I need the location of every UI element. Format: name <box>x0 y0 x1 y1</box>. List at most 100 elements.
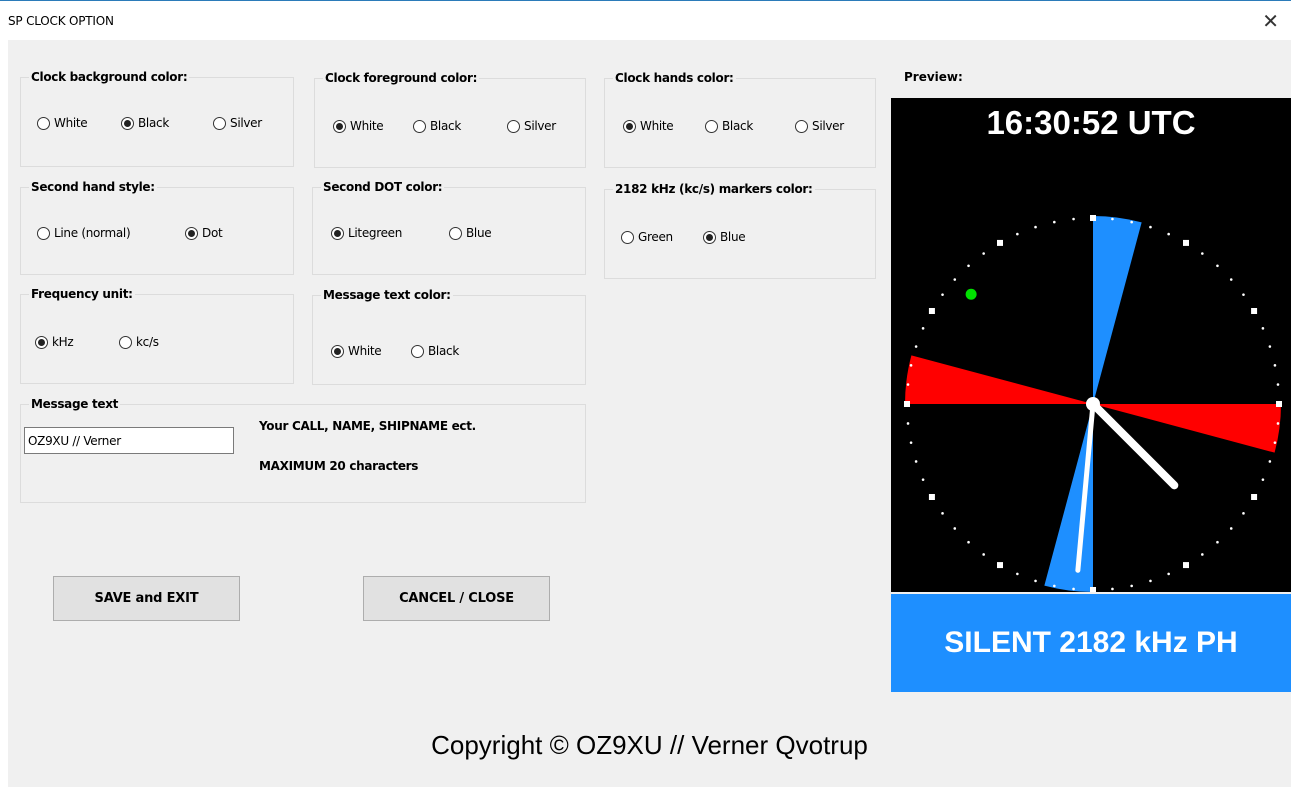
minute-marker <box>1201 252 1204 255</box>
minute-marker <box>1130 220 1133 224</box>
minute-marker <box>1016 572 1019 576</box>
radio-msg-black[interactable]: Black <box>411 344 459 358</box>
silent-sector-red <box>905 355 1093 404</box>
group-label: Clock foreground color: <box>323 71 480 85</box>
minute-marker <box>1268 345 1272 348</box>
minute-marker <box>1167 572 1170 576</box>
window-title: SP CLOCK OPTION <box>8 14 114 28</box>
hour-marker <box>1090 215 1096 221</box>
radio-msg-white[interactable]: White <box>331 344 382 358</box>
group-label: Message text color: <box>321 288 453 302</box>
minute-marker <box>921 327 925 330</box>
hour-marker <box>997 239 1003 246</box>
minute-marker <box>1229 527 1233 530</box>
group-label: Message text <box>29 397 121 411</box>
radio-bg-white[interactable]: White <box>37 116 88 130</box>
group-clock-foreground-color: Clock foreground color: White Black Silv… <box>314 71 586 168</box>
minute-marker <box>1273 441 1277 444</box>
radio-hands-white[interactable]: White <box>623 119 674 133</box>
radio-markers-green[interactable]: Green <box>621 230 673 244</box>
radio-icon <box>331 344 344 358</box>
group-label: Second hand style: <box>29 180 157 194</box>
hand-hub <box>1086 397 1100 411</box>
minute-marker <box>914 345 918 348</box>
radio-icon <box>37 116 50 130</box>
dialog-body: Clock background color: White Black Silv… <box>8 40 1291 787</box>
minute-marker <box>1034 225 1037 229</box>
radio-icon <box>449 226 462 240</box>
radio-hands-silver[interactable]: Silver <box>795 119 844 133</box>
radio-icon <box>35 335 48 349</box>
group-second-hand-style: Second hand style: Line (normal) Dot <box>20 180 294 275</box>
close-icon[interactable]: ✕ <box>1262 9 1279 34</box>
radio-icon <box>37 226 50 240</box>
radio-bg-black[interactable]: Black <box>121 116 169 130</box>
clock-face <box>904 215 1282 592</box>
radio-unit-kcs[interactable]: kc/s <box>119 335 159 349</box>
minute-marker <box>1111 587 1114 591</box>
clock-preview: 16:30:52 UTC <box>891 98 1291 592</box>
radio-dot-blue[interactable]: Blue <box>449 226 492 240</box>
radio-fg-white[interactable]: White <box>333 119 384 133</box>
group-label: 2182 kHz (kc/s) markers color: <box>613 182 815 196</box>
radio-second-line[interactable]: Line (normal) <box>37 226 131 240</box>
minute-marker <box>906 383 910 386</box>
radio-bg-silver[interactable]: Silver <box>213 116 262 130</box>
preview-label: Preview: <box>904 70 963 84</box>
silent-sector-blue <box>1093 216 1142 404</box>
radio-icon <box>413 119 426 133</box>
minute-marker <box>967 540 970 544</box>
minute-marker <box>914 460 918 463</box>
radio-markers-blue[interactable]: Blue <box>703 230 746 244</box>
minute-marker <box>1242 512 1245 515</box>
cancel-close-button[interactable]: CANCEL / CLOSE <box>363 576 550 621</box>
minute-marker <box>1261 327 1265 330</box>
silent-period-banner: SILENT 2182 kHz PH <box>891 594 1291 692</box>
radio-icon <box>411 344 424 358</box>
radio-second-dot[interactable]: Dot <box>185 226 223 240</box>
radio-hands-black[interactable]: Black <box>705 119 753 133</box>
radio-fg-silver[interactable]: Silver <box>507 119 556 133</box>
minute-marker <box>941 293 944 296</box>
radio-icon <box>333 119 346 133</box>
radio-icon <box>507 119 520 133</box>
minute-marker <box>941 512 944 515</box>
title-bar: SP CLOCK OPTION ✕ <box>0 0 1291 40</box>
hour-marker <box>928 494 935 500</box>
radio-dot-litegreen[interactable]: Litegreen <box>331 226 402 240</box>
minute-marker <box>1229 278 1233 281</box>
group-label: Second DOT color: <box>321 180 445 194</box>
group-clock-background-color: Clock background color: White Black Silv… <box>20 70 294 167</box>
minute-marker <box>1072 217 1075 221</box>
radio-icon <box>623 119 636 133</box>
group-message-text-color: Message text color: White Black <box>312 288 586 385</box>
minute-marker <box>1034 579 1037 583</box>
minute-marker <box>1268 460 1272 463</box>
hour-marker <box>928 308 935 314</box>
radio-icon <box>119 335 132 349</box>
save-and-exit-button[interactable]: SAVE and EXIT <box>53 576 240 621</box>
radio-unit-khz[interactable]: kHz <box>35 335 74 349</box>
minute-marker <box>1276 422 1280 425</box>
message-text-input[interactable] <box>24 427 234 454</box>
minute-marker <box>1130 584 1133 588</box>
group-clock-hands-color: Clock hands color: White Black Silver <box>604 71 876 168</box>
hour-marker <box>1276 401 1282 407</box>
minute-marker <box>1053 584 1056 588</box>
minute-marker <box>906 422 910 425</box>
minute-marker <box>1167 232 1170 236</box>
minute-marker <box>967 264 970 268</box>
minute-marker <box>1216 264 1219 268</box>
minute-marker <box>921 478 925 481</box>
minute-marker <box>1053 220 1056 224</box>
minute-marker <box>1111 217 1114 221</box>
radio-fg-black[interactable]: Black <box>413 119 461 133</box>
group-frequency-unit: Frequency unit: kHz kc/s <box>20 287 294 384</box>
group-label: Frequency unit: <box>29 287 135 301</box>
message-hint-fields: Your CALL, NAME, SHIPNAME ect. <box>259 419 476 433</box>
radio-icon <box>121 116 134 130</box>
minute-marker <box>1273 364 1277 367</box>
minute-marker <box>1261 478 1265 481</box>
hour-marker <box>1251 308 1258 314</box>
minute-marker <box>1149 579 1152 583</box>
